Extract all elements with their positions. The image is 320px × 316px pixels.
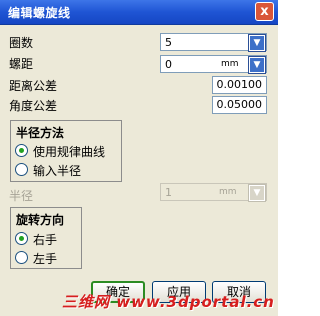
radius-method-group: 半径方法 使用规律曲线 输入半径 <box>10 120 122 182</box>
close-icon: x <box>260 4 269 19</box>
turns-label: 圈数 <box>9 36 34 50</box>
radio-input-radius[interactable] <box>15 163 28 176</box>
radio-left-hand-label[interactable]: 左手 <box>33 250 57 267</box>
radio-use-law-curve[interactable] <box>15 144 28 157</box>
close-button[interactable]: x <box>255 2 274 21</box>
angle-tolerance-field[interactable]: 0.05000 <box>212 96 267 114</box>
helix-dialog: 编辑螺旋线 x 圈数 5 ▼ 螺距 0 mm ▼ 距离公差 0.00100 角度… <box>0 0 278 316</box>
angle-tolerance-label: 角度公差 <box>9 99 58 113</box>
rotation-group: 旋转方向 右手 左手 <box>10 207 82 269</box>
distance-tolerance-label: 距离公差 <box>9 79 58 93</box>
pitch-unit: mm <box>221 59 239 69</box>
pitch-spin-down-icon[interactable]: ▼ <box>248 56 266 74</box>
turns-spin-down-icon[interactable]: ▼ <box>248 34 266 52</box>
radio-left-hand[interactable] <box>15 251 28 264</box>
radius-field: 1 mm ▼ <box>160 183 267 202</box>
pitch-value: 0 <box>165 58 172 71</box>
rotation-title: 旋转方向 <box>16 213 65 227</box>
radius-label: 半径 <box>9 189 34 203</box>
pitch-label: 螺距 <box>9 57 34 71</box>
radio-right-hand[interactable] <box>15 232 28 245</box>
turns-value: 5 <box>165 36 172 49</box>
radius-value: 1 <box>165 186 172 199</box>
radius-unit: mm <box>219 187 237 197</box>
window-title: 编辑螺旋线 <box>8 6 71 20</box>
pitch-field[interactable]: 0 mm ▼ <box>160 55 267 74</box>
radius-spin-down-icon: ▼ <box>248 184 266 202</box>
watermark-text: 三维网 www.3dportal.cn <box>62 293 275 311</box>
distance-tolerance-field[interactable]: 0.00100 <box>212 76 267 94</box>
radio-input-radius-label[interactable]: 输入半径 <box>33 162 81 179</box>
radio-right-hand-label[interactable]: 右手 <box>33 231 57 248</box>
turns-field[interactable]: 5 ▼ <box>160 33 267 52</box>
radius-method-title: 半径方法 <box>16 126 65 140</box>
title-bar[interactable]: 编辑螺旋线 x <box>0 0 278 25</box>
radio-use-law-curve-label[interactable]: 使用规律曲线 <box>33 143 105 160</box>
